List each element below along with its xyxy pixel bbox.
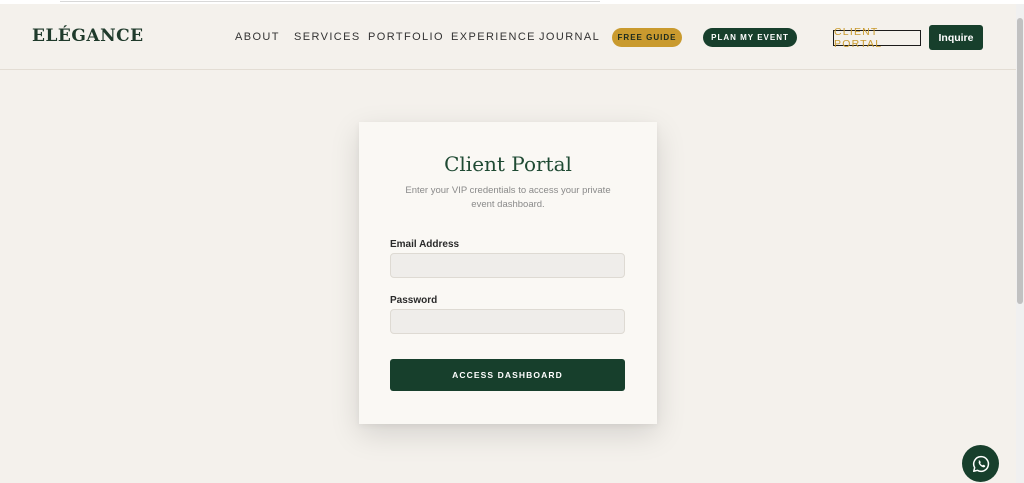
nav-experience[interactable]: EXPERIENCE (451, 31, 536, 43)
scrollbar-thumb[interactable] (1017, 18, 1023, 304)
nav-about[interactable]: ABOUT (235, 31, 280, 43)
whatsapp-icon (972, 455, 989, 472)
site-logo[interactable]: ELÉGANCE (32, 26, 144, 46)
email-field[interactable] (390, 253, 625, 278)
free-guide-button[interactable]: FREE GUIDE (612, 28, 682, 47)
inquire-button[interactable]: Inquire (929, 25, 983, 50)
nav-journal[interactable]: JOURNAL (539, 31, 600, 43)
plan-my-event-button[interactable]: PLAN MY EVENT (703, 28, 797, 47)
nav-services[interactable]: SERVICES (294, 31, 361, 43)
top-strip-line (60, 1, 600, 2)
card-subtitle: Enter your VIP credentials to access you… (405, 185, 611, 210)
email-label: Email Address (390, 239, 460, 250)
client-portal-link[interactable]: CLIENT PORTAL (833, 26, 921, 50)
nav-portfolio[interactable]: PORTFOLIO (368, 31, 444, 43)
access-dashboard-button[interactable]: ACCESS DASHBOARD (390, 359, 625, 391)
card-title: Client Portal (444, 152, 572, 176)
whatsapp-button[interactable] (962, 445, 999, 482)
site-header: ELÉGANCE ABOUT SERVICES PORTFOLIO EXPERI… (0, 4, 1016, 70)
password-label: Password (390, 295, 438, 306)
page-scrollbar[interactable] (1016, 4, 1024, 483)
login-card: Client Portal Enter your VIP credentials… (359, 122, 657, 424)
password-field[interactable] (390, 309, 625, 334)
